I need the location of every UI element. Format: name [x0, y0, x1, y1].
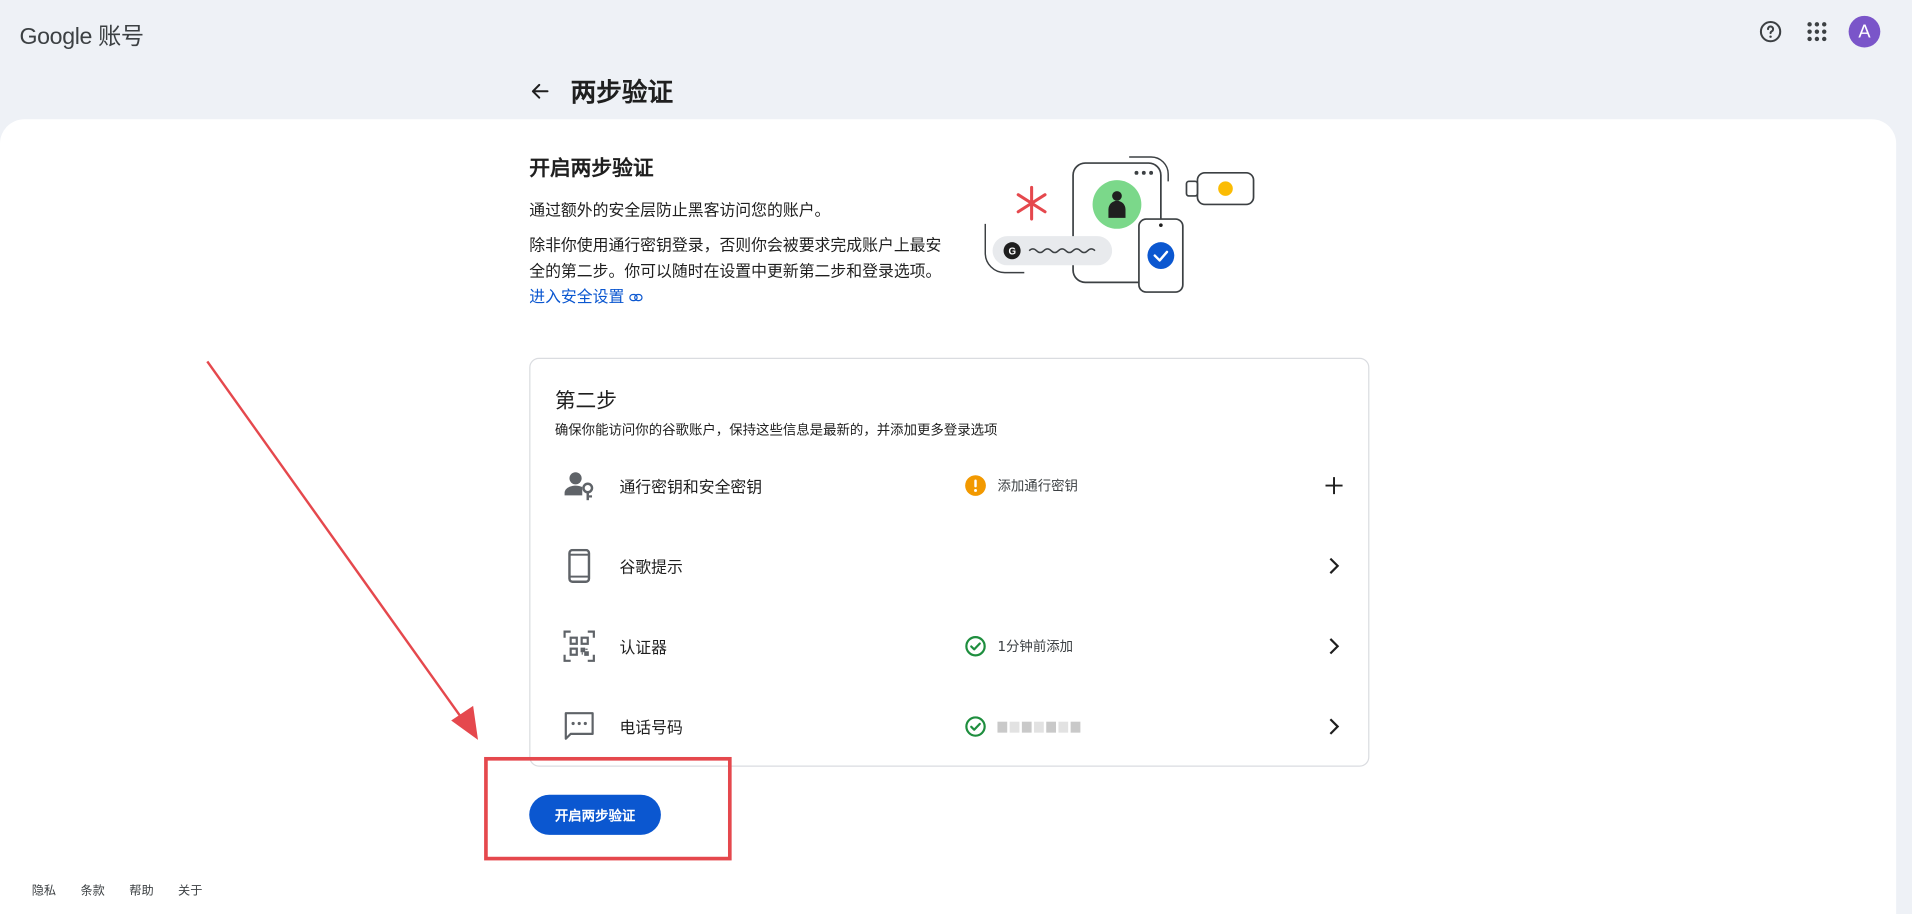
row-passkeys[interactable]: 通行密钥和安全密钥 添加通行密钥	[530, 449, 1370, 522]
row-google-prompt[interactable]: 谷歌提示	[530, 529, 1370, 602]
row-authenticator[interactable]: 认证器 1分钟前添加	[530, 610, 1370, 683]
intro-paragraph-2: 除非你使用通行密钥登录，否则你会被要求完成账户上最安全的第二步。你可以随时在设置…	[529, 234, 944, 311]
row-label: 通行密钥和安全密钥	[619, 478, 763, 498]
redacted-phone-number	[997, 721, 1081, 733]
two-step-illustration: G	[976, 151, 1269, 297]
security-settings-link[interactable]: 进入安全设置	[529, 288, 643, 307]
chevron-right-icon[interactable]	[1322, 714, 1346, 738]
chevron-right-icon[interactable]	[1322, 554, 1346, 578]
row-status: 1分钟前添加	[965, 635, 1074, 657]
page-title: 两步验证	[570, 77, 674, 108]
google-account-logo[interactable]: Google 账号	[19, 18, 145, 51]
footer-link-terms[interactable]: 条款	[80, 880, 104, 898]
footer-link-about[interactable]: 关于	[178, 880, 202, 898]
row-status-text: 添加通行密钥	[997, 478, 1078, 495]
account-avatar[interactable]: A	[1848, 15, 1881, 48]
page-header: 两步验证	[527, 73, 673, 110]
intro-paragraph-2-text: 除非你使用通行密钥登录，否则你会被要求完成账户上最安全的第二步。你可以随时在设置…	[529, 237, 942, 282]
row-status: 添加通行密钥	[965, 475, 1078, 497]
help-circle-icon[interactable]	[1756, 17, 1785, 46]
plus-icon[interactable]	[1322, 473, 1346, 497]
qr-scan-icon	[562, 629, 596, 663]
footer-link-privacy[interactable]: 隐私	[32, 880, 56, 898]
person-key-icon	[562, 469, 596, 503]
apps-grid-icon[interactable]	[1802, 17, 1831, 46]
footer: 隐私 条款 帮助 关于	[32, 880, 203, 898]
phone-icon	[562, 548, 596, 583]
row-label: 电话号码	[619, 719, 683, 739]
row-status	[965, 716, 1081, 738]
top-bar: Google 账号 A	[0, 0, 1912, 66]
row-label: 谷歌提示	[619, 559, 683, 578]
chevron-right-icon[interactable]	[1322, 634, 1346, 658]
card-title: 第二步	[554, 389, 618, 414]
second-step-card: 第二步 确保你能访问你的谷歌账户，保持这些信息是最新的，并添加更多登录选项 通行…	[529, 357, 1370, 767]
intro-heading: 开启两步验证	[529, 156, 654, 182]
footer-link-help[interactable]: 帮助	[129, 880, 153, 898]
row-phone-number[interactable]: 电话号码	[530, 690, 1370, 763]
svg-text:G: G	[1008, 246, 1016, 257]
annotation-highlight-box	[484, 756, 732, 861]
arrow-back-icon[interactable]	[527, 78, 554, 105]
warning-icon	[965, 475, 986, 496]
security-settings-link-text: 进入安全设置	[529, 288, 625, 307]
product-name: 账号	[98, 24, 144, 50]
top-icons: A	[1756, 15, 1881, 48]
brand-name: Google	[19, 24, 93, 50]
check-circle-icon	[965, 636, 986, 657]
intro-paragraph-1: 通过额外的安全层防止黑客访问您的账户。	[529, 202, 831, 221]
row-status-text: 1分钟前添加	[997, 638, 1074, 655]
check-circle-icon	[965, 716, 986, 737]
card-subtitle: 确保你能访问你的谷歌账户，保持这些信息是最新的，并添加更多登录选项	[554, 422, 998, 439]
row-label: 认证器	[619, 639, 668, 658]
link-icon	[629, 293, 643, 302]
sms-icon	[562, 710, 596, 744]
intro-section: 开启两步验证 通过额外的安全层防止黑客访问您的账户。 除非你使用通行密钥登录，否…	[529, 151, 944, 320]
